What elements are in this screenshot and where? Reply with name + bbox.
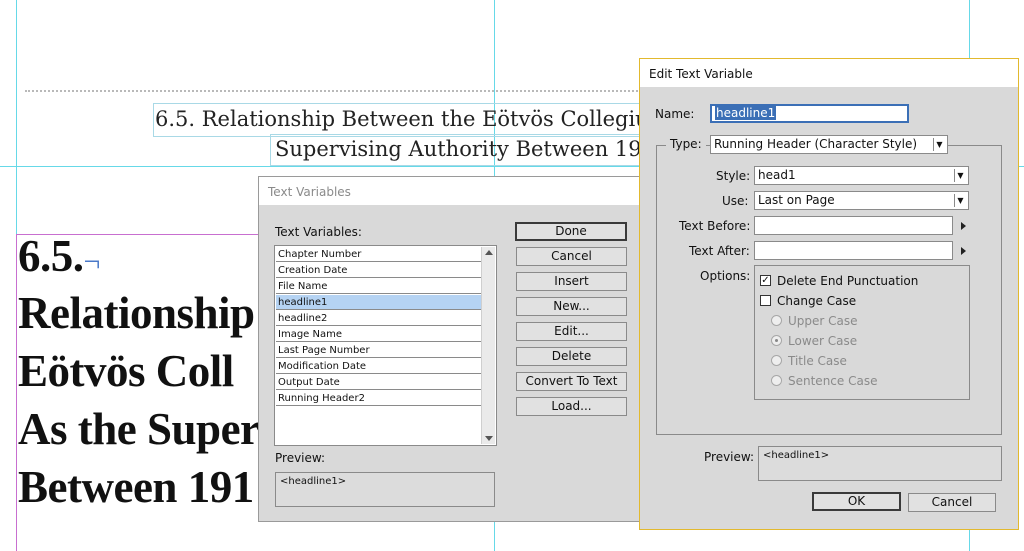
heading-line: Between 191 xyxy=(18,462,254,512)
list-item[interactable]: Creation Date xyxy=(276,263,482,278)
change-case-label: Change Case xyxy=(777,294,857,308)
edit-button[interactable]: Edit... xyxy=(516,322,627,341)
name-input-value: headline1 xyxy=(715,106,777,120)
insert-button[interactable]: Insert xyxy=(516,272,627,291)
dropdown-arrow-icon: ▼ xyxy=(954,194,966,207)
title-case-radio[interactable] xyxy=(771,355,782,366)
convert-to-text-button[interactable]: Convert To Text xyxy=(516,372,627,391)
text-after-input[interactable] xyxy=(754,241,953,260)
dialog-titlebar[interactable]: Text Variables xyxy=(259,177,639,205)
dialog-title: Text Variables xyxy=(268,185,351,199)
use-dropdown[interactable]: Last on Page ▼ xyxy=(754,191,969,210)
preview-box: <headline1> xyxy=(758,446,1002,481)
running-header-line1: 6.5. Relationship Between the Eötvös Col… xyxy=(155,107,702,131)
baseline-dots xyxy=(25,90,645,94)
list-item[interactable]: Output Date xyxy=(276,375,482,390)
sentence-case-radio[interactable] xyxy=(771,375,782,386)
heading-line: As the Super xyxy=(18,404,260,454)
type-value: Running Header (Character Style) xyxy=(714,137,918,151)
text-after-label: Text After: xyxy=(689,244,750,258)
type-label: Type: xyxy=(666,137,706,151)
type-dropdown[interactable]: Running Header (Character Style) ▼ xyxy=(710,135,948,154)
heading-line: Eötvös Coll xyxy=(18,346,234,396)
heading-line: Relationship xyxy=(18,288,255,338)
list-item[interactable]: Image Name xyxy=(276,327,482,342)
style-value: head1 xyxy=(758,168,796,182)
lower-case-radio[interactable] xyxy=(771,335,782,346)
list-item[interactable]: Modification Date xyxy=(276,359,482,374)
delete-button[interactable]: Delete xyxy=(516,347,627,366)
style-dropdown[interactable]: head1 ▼ xyxy=(754,166,969,185)
text-before-label: Text Before: xyxy=(679,219,751,233)
variables-list[interactable]: Chapter Number Creation Date File Name h… xyxy=(274,245,497,446)
text-after-menu-icon[interactable] xyxy=(961,247,966,255)
style-label: Style: xyxy=(716,169,751,183)
scroll-down-icon[interactable] xyxy=(485,436,493,441)
cancel-button[interactable]: Cancel xyxy=(908,493,996,512)
load-button[interactable]: Load... xyxy=(516,397,627,416)
text-variables-label: Text Variables: xyxy=(275,225,362,239)
margin-guide xyxy=(16,234,17,551)
dialog-titlebar[interactable]: Edit Text Variable xyxy=(640,59,1018,87)
dropdown-arrow-icon: ▼ xyxy=(933,138,945,151)
edit-text-variable-dialog: Edit Text Variable Name: headline1 Type:… xyxy=(639,58,1019,530)
upper-case-label: Upper Case xyxy=(788,314,858,328)
paragraph-mark-icon: ¬ xyxy=(83,245,101,278)
use-label: Use: xyxy=(722,194,749,208)
new-button[interactable]: New... xyxy=(516,297,627,316)
list-item[interactable]: Running Header2 xyxy=(276,391,482,406)
text-before-input[interactable] xyxy=(754,216,953,235)
ok-button[interactable]: OK xyxy=(812,492,901,511)
sentence-case-label: Sentence Case xyxy=(788,374,878,388)
options-label: Options: xyxy=(700,269,751,283)
title-case-label: Title Case xyxy=(788,354,847,368)
lower-case-label: Lower Case xyxy=(788,334,858,348)
change-case-checkbox[interactable] xyxy=(760,295,771,306)
list-item-selected[interactable]: headline1 xyxy=(276,295,482,310)
list-item[interactable]: headline2 xyxy=(276,311,482,326)
preview-label: Preview: xyxy=(275,451,326,465)
cancel-button[interactable]: Cancel xyxy=(516,247,627,266)
running-header-line2: Supervising Authority Between 1911 a xyxy=(275,137,688,161)
preview-label: Preview: xyxy=(704,450,755,464)
name-input[interactable]: headline1 xyxy=(710,104,909,123)
dialog-title: Edit Text Variable xyxy=(649,67,753,81)
list-item[interactable]: Last Page Number xyxy=(276,343,482,358)
use-value: Last on Page xyxy=(758,193,835,207)
text-variables-dialog: Text Variables Text Variables: Chapter N… xyxy=(258,176,640,522)
list-scrollbar[interactable] xyxy=(481,247,495,444)
done-button[interactable]: Done xyxy=(515,222,627,241)
text-before-menu-icon[interactable] xyxy=(961,222,966,230)
upper-case-radio[interactable] xyxy=(771,315,782,326)
preview-box: <headline1> xyxy=(275,472,495,507)
name-label: Name: xyxy=(655,107,695,121)
dropdown-arrow-icon: ▼ xyxy=(954,169,966,182)
list-item[interactable]: File Name xyxy=(276,279,482,294)
scroll-up-icon[interactable] xyxy=(485,250,493,255)
delete-end-punctuation-checkbox[interactable]: ✓ xyxy=(760,275,771,286)
heading-line: 6.5. xyxy=(18,231,84,281)
list-item[interactable]: Chapter Number xyxy=(276,247,482,262)
delete-end-punctuation-label: Delete End Punctuation xyxy=(777,274,919,288)
